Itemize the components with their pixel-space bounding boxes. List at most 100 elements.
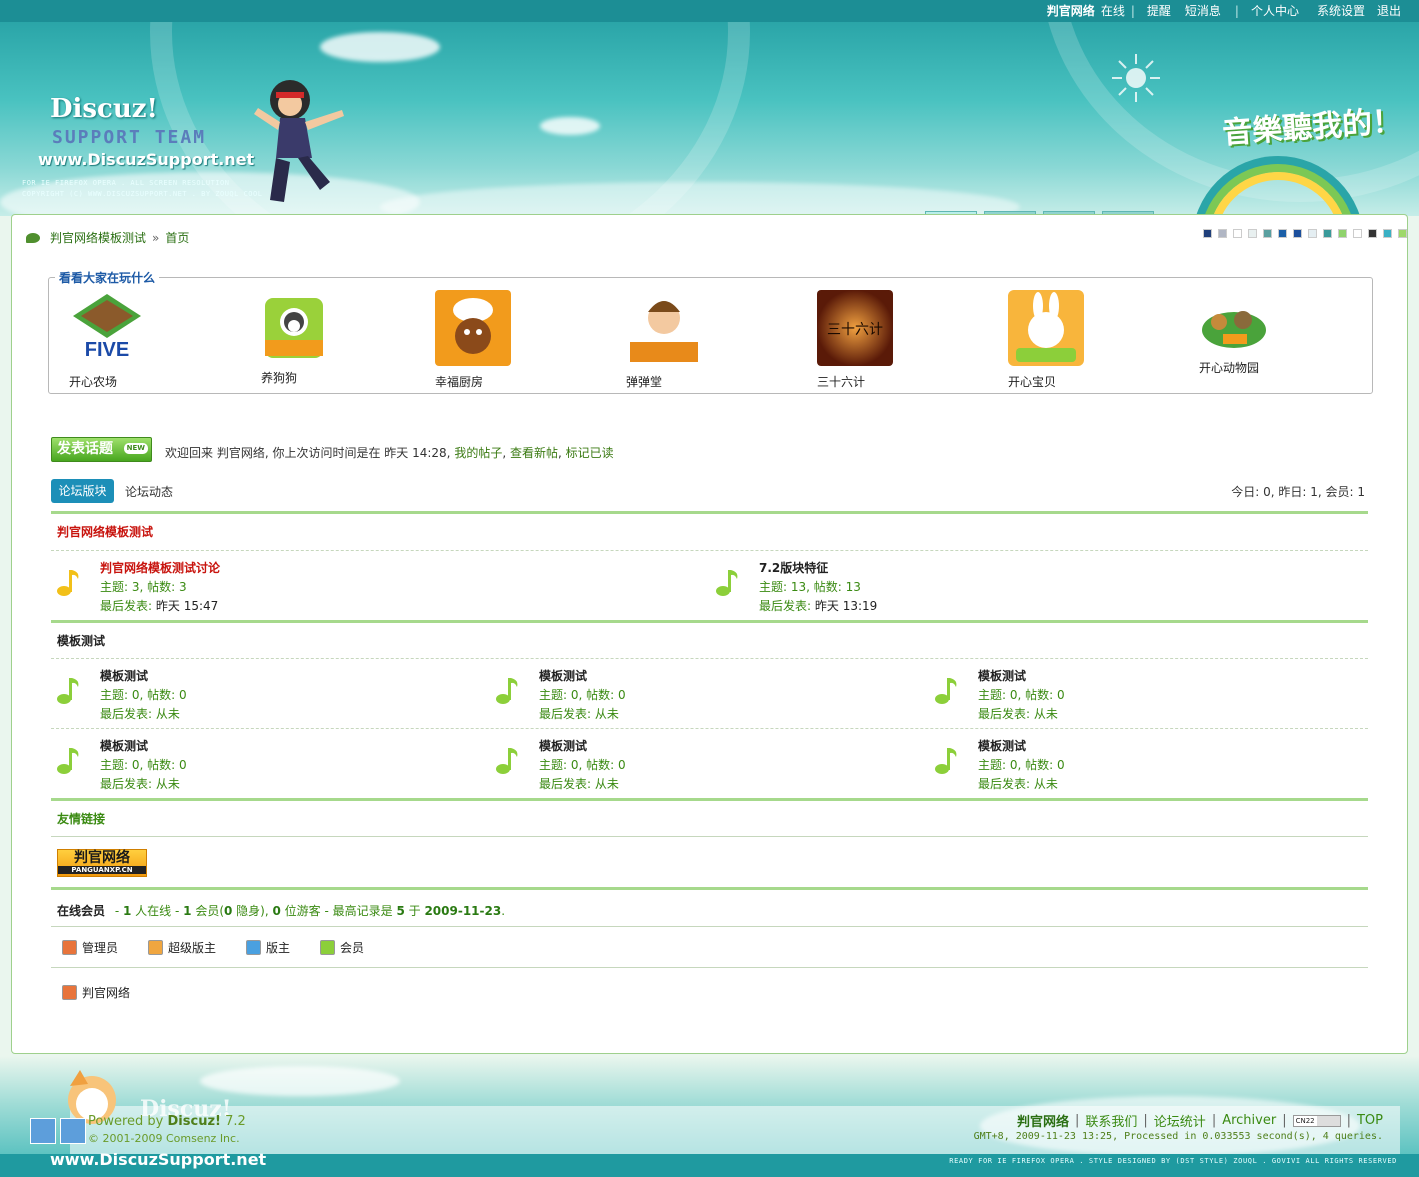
game-happy-kitchen[interactable]: 幸福厨房	[435, 290, 565, 390]
style-swatch[interactable]	[1263, 229, 1272, 238]
processing-info: GMT+8, 2009-11-23 13:25, Processed in 0.…	[973, 1131, 1383, 1142]
forum-name[interactable]: 模板测试	[978, 667, 1026, 684]
style-swatch[interactable]	[1353, 229, 1362, 238]
music-note-icon	[57, 678, 79, 704]
svg-text:三十六计: 三十六计	[827, 322, 883, 338]
music-note-icon	[496, 748, 518, 774]
forum-name[interactable]: 7.2版块特征	[759, 559, 828, 576]
forum-name[interactable]: 模板测试	[978, 737, 1026, 754]
forum-name[interactable]: 模板测试	[100, 667, 148, 684]
games-legend: 看看大家在玩什么	[55, 269, 160, 286]
archiver-link[interactable]: Archiver	[1222, 1113, 1276, 1128]
forum-counts: 主题: 0, 帖数: 0	[978, 688, 1065, 702]
username-link[interactable]: 判官网络	[1047, 2, 1095, 19]
forum-last-post: 最后发表: 昨天 13:19	[759, 599, 878, 613]
style-swatch[interactable]	[1218, 229, 1227, 238]
game-raise-dog[interactable]: 养狗狗	[261, 296, 391, 386]
category-title[interactable]: 判官网络模板测试	[57, 523, 153, 540]
forum-name[interactable]: 模板测试	[539, 667, 587, 684]
forum-counts: 主题: 0, 帖数: 0	[539, 688, 626, 702]
my-posts-link[interactable]: 我的帖子	[454, 446, 502, 460]
style-swatch[interactable]	[1233, 229, 1242, 238]
category-header: 模板测试	[51, 620, 1368, 650]
online-user[interactable]: 判官网络	[62, 984, 130, 1001]
mark-read-link[interactable]: 标记已读	[566, 446, 614, 460]
cnzz-badge[interactable]: CN22	[1292, 1114, 1341, 1127]
forum-last-post: 最后发表: 昨天 15:47	[100, 599, 219, 613]
settings-link[interactable]: 系统设置	[1317, 2, 1365, 19]
music-note-icon	[935, 678, 957, 704]
new-topic-button[interactable]: 发表话题 NEW	[51, 437, 152, 462]
discuz-link[interactable]: Discuz!	[168, 1114, 221, 1129]
strategies-game-icon: 三十六计	[817, 290, 893, 366]
legend-super-mod: 超级版主	[148, 939, 216, 956]
new-badge: NEW	[123, 443, 148, 454]
games-box: 看看大家在玩什么 FIVE 开心农场 养狗狗 幸福厨房 弹弹堂 三十六计 三十六…	[48, 269, 1373, 394]
friend-link-logo[interactable]: 判官网络 PANGUANXP.CN	[57, 849, 147, 877]
game-happy-farm[interactable]: FIVE 开心农场	[69, 290, 199, 390]
online-title[interactable]: 在线会员	[57, 904, 105, 918]
game-happy-zoo[interactable]: 开心动物园	[1199, 302, 1329, 376]
style-swatch[interactable]	[1338, 229, 1347, 238]
style-swatch[interactable]	[1368, 229, 1377, 238]
style-swatch[interactable]	[1293, 229, 1302, 238]
legend-moderator: 版主	[246, 939, 290, 956]
style-swatch[interactable]	[1308, 229, 1317, 238]
forum-name[interactable]: 模板测试	[100, 737, 148, 754]
music-note-icon	[57, 570, 79, 596]
category-header: 判官网络模板测试	[51, 511, 1368, 541]
online-status: 在线	[1100, 4, 1125, 18]
new-posts-link[interactable]: 查看新帖	[510, 446, 558, 460]
profile-link[interactable]: 个人中心	[1251, 2, 1299, 19]
forum-last-post: 最后发表: 从未	[539, 707, 619, 721]
top-link[interactable]: TOP	[1357, 1113, 1383, 1128]
forum-name[interactable]: 模板测试	[539, 737, 587, 754]
tab-forum-activity[interactable]: 论坛动态	[125, 483, 173, 500]
logo-title[interactable]: Discuz!	[50, 94, 158, 124]
reminder-link[interactable]: 提醒	[1147, 2, 1171, 19]
powered-by: Powered by Discuz! 7.2	[88, 1114, 246, 1129]
style-swatch[interactable]	[1323, 229, 1332, 238]
admin-user-icon	[62, 940, 77, 955]
footer-site-link[interactable]: 判官网络	[1017, 1111, 1069, 1130]
contact-link[interactable]: 联系我们	[1085, 1111, 1137, 1130]
breadcrumb-site[interactable]: 判官网络模板测试	[50, 229, 146, 246]
mascot-illustration	[254, 80, 344, 202]
game-36-strategies[interactable]: 三十六计 三十六计	[817, 290, 947, 390]
zoo-game-icon	[1202, 311, 1266, 348]
style-swatch[interactable]	[1278, 229, 1287, 238]
logout-link[interactable]: 退出	[1377, 2, 1401, 19]
style-swatch[interactable]	[1203, 229, 1212, 238]
farm-game-icon: FIVE	[73, 294, 141, 361]
breadcrumb-current[interactable]: 首页	[165, 229, 189, 246]
speech-bubble-icon	[26, 232, 40, 243]
style-swatch[interactable]	[1383, 229, 1392, 238]
validator-badge-icon[interactable]	[60, 1118, 86, 1144]
game-happy-baby[interactable]: 开心宝贝	[1008, 290, 1138, 390]
online-summary: 在线会员 - 1 人在线 - 1 会员(0 隐身), 0 位游客 - 最高记录是…	[57, 904, 506, 918]
dog-game-icon	[265, 298, 323, 358]
forum-name[interactable]: 判官网络模板测试讨论	[100, 559, 220, 576]
friend-links-title: 友情链接	[57, 812, 106, 826]
style-swatch[interactable]	[1248, 229, 1257, 238]
tab-forum-sections[interactable]: 论坛版块	[51, 479, 114, 503]
breadcrumb: 判官网络模板测试 » 首页	[26, 229, 189, 246]
game-dandantang[interactable]: 弹弹堂	[626, 290, 756, 390]
category-title[interactable]: 模板测试	[57, 632, 105, 649]
forum-stats: 今日: 0, 昨日: 1, 会员: 1	[1231, 485, 1365, 499]
messages-link[interactable]: 短消息	[1185, 2, 1221, 19]
footer-badges	[30, 1118, 90, 1144]
footer-links: 判官网络 | 联系我们 | 论坛统计 | Archiver | CN22 | T…	[1016, 1111, 1383, 1130]
forum-last-post: 最后发表: 从未	[978, 777, 1058, 791]
user-group-legend: 管理员 超级版主 版主 会员	[62, 939, 394, 956]
member-user-icon	[320, 940, 336, 955]
style-swatch[interactable]	[1398, 229, 1407, 238]
rss-badge-icon[interactable]	[30, 1118, 56, 1144]
user-menu: 判官网络 在线 | 提醒 短消息 | 个人中心 系统设置 退出	[1046, 2, 1401, 19]
forum-stats-link[interactable]: 论坛统计	[1154, 1111, 1206, 1130]
music-note-icon	[496, 678, 518, 704]
music-note-icon	[935, 748, 957, 774]
header-banner: Discuz! SUPPORT TEAM www.DiscuzSupport.n…	[0, 22, 1419, 216]
forum-last-post: 最后发表: 从未	[100, 707, 180, 721]
forum-counts: 主题: 0, 帖数: 0	[100, 758, 187, 772]
